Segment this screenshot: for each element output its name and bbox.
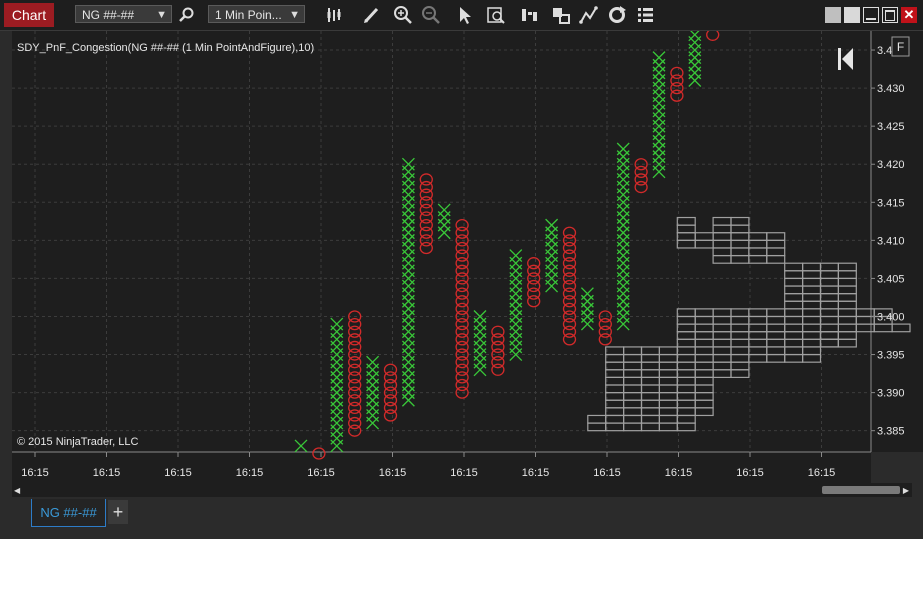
chart-background bbox=[12, 31, 871, 452]
drawing-tools-icon[interactable] bbox=[579, 5, 599, 25]
price-label: 3.415 bbox=[877, 197, 905, 209]
data-box-icon[interactable] bbox=[486, 5, 506, 25]
time-label: 16:15 bbox=[450, 467, 478, 479]
indicator-label: SDY_PnF_Congestion(NG ##-## (1 Min Point… bbox=[17, 42, 314, 54]
time-label: 16:15 bbox=[808, 467, 836, 479]
chevron-down-icon: ▼ bbox=[156, 9, 167, 21]
bar-style-icon[interactable] bbox=[325, 5, 345, 25]
pencil-icon[interactable] bbox=[362, 5, 382, 25]
reload-icon[interactable] bbox=[607, 5, 627, 25]
search-icon[interactable] bbox=[177, 5, 197, 25]
window-title: Chart bbox=[4, 3, 54, 27]
zoom-in-icon[interactable] bbox=[393, 5, 413, 25]
properties-icon[interactable] bbox=[635, 5, 655, 25]
time-label: 16:15 bbox=[665, 467, 693, 479]
interval-selector[interactable]: 1 Min Poin... ▼ bbox=[208, 5, 305, 23]
time-label: 16:15 bbox=[379, 467, 407, 479]
tile-alt-icon[interactable] bbox=[844, 7, 860, 23]
time-label: 16:15 bbox=[593, 467, 621, 479]
horizontal-scrollbar[interactable]: ◀ ▶ bbox=[12, 483, 912, 497]
tile-icon[interactable] bbox=[825, 7, 841, 23]
time-label: 16:15 bbox=[522, 467, 550, 479]
price-label: 3.420 bbox=[877, 159, 905, 171]
close-icon[interactable]: ✕ bbox=[901, 7, 917, 23]
tab-instrument[interactable]: NG ##-## bbox=[31, 499, 106, 527]
copyright-text: © 2015 NinjaTrader, LLC bbox=[17, 436, 138, 448]
indicator-icon[interactable] bbox=[551, 5, 571, 25]
price-label: 3.410 bbox=[877, 235, 905, 247]
zoom-out-icon[interactable] bbox=[421, 5, 441, 25]
time-label: 16:15 bbox=[236, 467, 264, 479]
instrument-label: NG ##-## bbox=[82, 8, 135, 22]
time-label: 16:15 bbox=[736, 467, 764, 479]
strategy-icon[interactable] bbox=[520, 5, 540, 25]
scrollbar-thumb[interactable] bbox=[822, 486, 900, 494]
chart-window: Chart NG ##-## ▼ 1 Min Poin... ▼ ✕ 3.385… bbox=[0, 0, 923, 539]
f-button-label: F bbox=[897, 40, 904, 54]
price-label: 3.430 bbox=[877, 83, 905, 95]
scroll-left-icon[interactable]: ◀ bbox=[14, 486, 20, 495]
time-label: 16:15 bbox=[164, 467, 192, 479]
minimize-icon[interactable] bbox=[863, 7, 879, 23]
time-label: 16:15 bbox=[93, 467, 121, 479]
scroll-right-icon[interactable]: ▶ bbox=[903, 486, 909, 495]
time-label: 16:15 bbox=[21, 467, 49, 479]
chevron-down-icon: ▼ bbox=[289, 9, 300, 21]
tab-bar: NG ##-## + bbox=[0, 497, 923, 539]
price-label: 3.395 bbox=[877, 350, 905, 362]
chart-area[interactable]: 3.385 3.390 3.395 3.400 3.405 3.410 3.415 3.420… bbox=[0, 31, 923, 483]
toolbar: Chart NG ##-## ▼ 1 Min Poin... ▼ ✕ bbox=[0, 0, 923, 31]
instrument-selector[interactable]: NG ##-## ▼ bbox=[75, 5, 172, 23]
pointer-icon[interactable] bbox=[455, 5, 475, 25]
add-tab-button[interactable]: + bbox=[108, 500, 128, 524]
price-label: 3.405 bbox=[877, 273, 905, 285]
price-label: 3.400 bbox=[877, 311, 905, 323]
maximize-icon[interactable] bbox=[882, 7, 898, 23]
price-label: 3.385 bbox=[877, 426, 905, 438]
price-label: 3.390 bbox=[877, 388, 905, 400]
interval-label: 1 Min Poin... bbox=[215, 8, 282, 22]
time-label: 16:15 bbox=[307, 467, 335, 479]
price-label: 3.425 bbox=[877, 121, 905, 133]
